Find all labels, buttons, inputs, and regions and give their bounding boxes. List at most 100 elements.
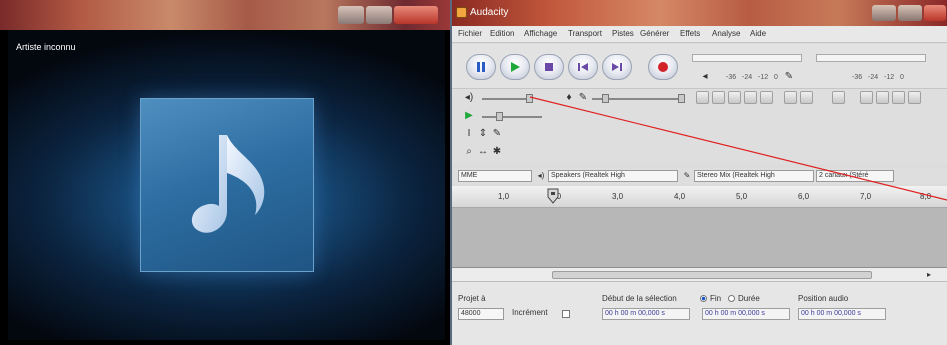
menu-transport[interactable]: Transport bbox=[568, 29, 602, 38]
play-button[interactable] bbox=[500, 54, 530, 80]
media-player-window: Artiste inconnu bbox=[0, 0, 452, 345]
meter-scale-label: -36 bbox=[852, 74, 863, 81]
meter-scale-label: 0 bbox=[774, 74, 778, 81]
paste-icon[interactable] bbox=[728, 91, 741, 104]
speed-slider[interactable] bbox=[628, 98, 684, 100]
menu-effects[interactable]: Effets bbox=[680, 29, 700, 38]
microphone-meter-icon: ✎ bbox=[784, 71, 794, 82]
close-button[interactable] bbox=[924, 5, 946, 21]
horizontal-scrollbar-thumb[interactable] bbox=[552, 271, 872, 279]
end-label: Fin bbox=[710, 294, 722, 303]
ruler-tick-label: 7,0 bbox=[860, 192, 872, 201]
menu-edit[interactable]: Edition bbox=[490, 29, 514, 38]
end-radio[interactable] bbox=[700, 295, 707, 302]
draw-tool-icon[interactable]: ✎ bbox=[490, 127, 504, 141]
play-at-speed-icon[interactable]: ▶ bbox=[462, 109, 476, 123]
snap-checkbox[interactable] bbox=[562, 310, 570, 318]
meter-scale-label: -24 bbox=[868, 74, 879, 81]
meter-scale-label: -24 bbox=[742, 74, 753, 81]
ruler-tick-label: 4,0 bbox=[674, 192, 686, 201]
sync-lock-icon[interactable] bbox=[832, 91, 845, 104]
playback-volume-slider[interactable] bbox=[482, 98, 532, 100]
record-volume-thumb[interactable] bbox=[602, 94, 609, 103]
play-at-speed-slider[interactable] bbox=[482, 116, 542, 118]
zoom-out-icon[interactable] bbox=[876, 91, 889, 104]
output-device-select[interactable]: Speakers (Realtek High bbox=[548, 170, 678, 182]
selection-start-time[interactable]: 00 h 00 m 00,000 s bbox=[602, 308, 690, 320]
player-maximize-button[interactable] bbox=[366, 6, 392, 24]
menu-help[interactable]: Aide bbox=[750, 29, 766, 38]
pause-button[interactable] bbox=[466, 54, 496, 80]
undo-icon[interactable] bbox=[784, 91, 797, 104]
project-rate-select[interactable]: 48000 bbox=[458, 308, 504, 320]
ruler-tick-label: 5,0 bbox=[736, 192, 748, 201]
skip-end-icon bbox=[612, 63, 622, 71]
ruler-tick-label: 8,0 bbox=[920, 192, 932, 201]
timeline-ruler[interactable]: 1,0 2,0 3,0 4,0 5,0 6,0 7,0 8,0 bbox=[452, 186, 947, 208]
player-title-bar[interactable] bbox=[0, 0, 450, 30]
speaker-icon: ◂) bbox=[537, 171, 545, 180]
album-art bbox=[140, 98, 314, 272]
menu-generate[interactable]: Générer bbox=[640, 29, 669, 38]
horizontal-scrollbar[interactable]: ◂ ▸ bbox=[452, 268, 947, 282]
now-playing-view: Artiste inconnu bbox=[8, 30, 445, 340]
record-button[interactable] bbox=[648, 54, 678, 80]
fit-project-icon[interactable] bbox=[908, 91, 921, 104]
fit-selection-icon[interactable] bbox=[892, 91, 905, 104]
play-head-icon[interactable] bbox=[547, 188, 559, 204]
player-minimize-button[interactable] bbox=[338, 6, 364, 24]
menu-analyze[interactable]: Analyse bbox=[712, 29, 740, 38]
scroll-right-icon[interactable]: ▸ bbox=[922, 268, 936, 282]
multi-tool-icon[interactable]: ✱ bbox=[490, 145, 504, 159]
skip-start-button[interactable] bbox=[568, 54, 598, 80]
speed-thumb[interactable] bbox=[678, 94, 685, 103]
skip-end-button[interactable] bbox=[602, 54, 632, 80]
playback-meter[interactable] bbox=[692, 54, 802, 62]
track-panel[interactable] bbox=[452, 208, 947, 268]
tools-toolbar: ◂) ♦ ✎ ▶ I ⇕ ✎ ⌕ ↔ ✱ bbox=[452, 88, 947, 164]
meter-scale-label: -12 bbox=[884, 74, 895, 81]
menu-file[interactable]: Fichier bbox=[458, 29, 482, 38]
menu-tracks[interactable]: Pistes bbox=[612, 29, 634, 38]
meter-scale-label: -36 bbox=[726, 74, 737, 81]
meter-scale-label: 0 bbox=[900, 74, 904, 81]
silence-icon[interactable] bbox=[760, 91, 773, 104]
trim-icon[interactable] bbox=[744, 91, 757, 104]
zoom-in-icon[interactable] bbox=[860, 91, 873, 104]
snap-label: Incrément bbox=[512, 308, 548, 317]
ruler-tick-label: 6,0 bbox=[798, 192, 810, 201]
playback-volume-thumb[interactable] bbox=[526, 94, 533, 103]
meter-scale-label: -12 bbox=[758, 74, 769, 81]
menu-bar: Fichier Edition Affichage Transport Pist… bbox=[452, 26, 947, 43]
audio-position-time[interactable]: 00 h 00 m 00,000 s bbox=[798, 308, 886, 320]
zoom-tool-icon[interactable]: ⌕ bbox=[462, 145, 476, 159]
ruler-tick-label: 3,0 bbox=[612, 192, 624, 201]
transport-toolbar: ◂ -36 -24 -12 0 ✎ -36 -24 -12 0 bbox=[452, 44, 947, 88]
desktop: Artiste inconnu Audacity Fichier Edition… bbox=[0, 0, 947, 345]
redo-icon[interactable] bbox=[800, 91, 813, 104]
selection-end-time[interactable]: 00 h 00 m 00,000 s bbox=[702, 308, 790, 320]
record-meter[interactable] bbox=[816, 54, 926, 62]
audio-host-select[interactable]: MME bbox=[458, 170, 532, 182]
window-title: Audacity bbox=[470, 7, 509, 18]
maximize-button[interactable] bbox=[898, 5, 922, 21]
envelope-tool-icon[interactable]: ⇕ bbox=[476, 127, 490, 141]
cut-icon[interactable] bbox=[696, 91, 709, 104]
loop-button[interactable] bbox=[534, 54, 564, 80]
player-close-button[interactable] bbox=[394, 6, 438, 24]
pause-icon bbox=[477, 62, 485, 72]
minimize-button[interactable] bbox=[872, 5, 896, 21]
audacity-title-bar[interactable]: Audacity bbox=[452, 0, 947, 26]
copy-icon[interactable] bbox=[712, 91, 725, 104]
menu-view[interactable]: Affichage bbox=[524, 29, 557, 38]
selection-start-label: Début de la sélection bbox=[602, 294, 677, 303]
audio-position-label: Position audio bbox=[798, 294, 849, 303]
channels-select[interactable]: 2 canaux (Stéré bbox=[816, 170, 894, 182]
play-at-speed-thumb[interactable] bbox=[496, 112, 503, 121]
input-device-select[interactable]: Stereo Mix (Realtek High bbox=[694, 170, 814, 182]
length-radio[interactable] bbox=[728, 295, 735, 302]
selection-tool-icon[interactable]: I bbox=[462, 127, 476, 141]
time-shift-tool-icon[interactable]: ↔ bbox=[476, 145, 490, 159]
mic-gain-icon: ♦ bbox=[566, 92, 572, 103]
ruler-tick-label: 1,0 bbox=[498, 192, 510, 201]
